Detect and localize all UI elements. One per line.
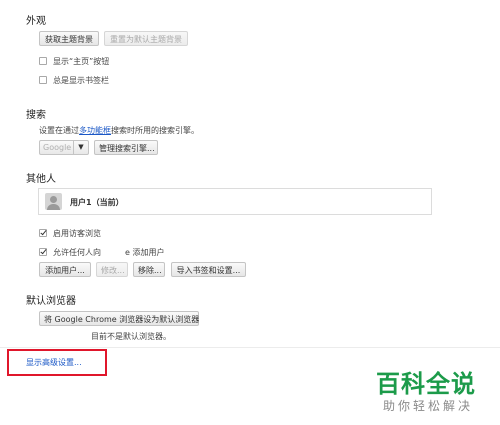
avatar-icon — [45, 193, 62, 210]
get-themes-button[interactable]: 获取主题背景 — [39, 31, 99, 46]
divider — [0, 347, 500, 348]
search-heading: 搜索 — [26, 110, 46, 121]
show-bookmarks-checkbox[interactable] — [39, 76, 47, 84]
search-desc-prefix: 设置在通过 — [39, 126, 79, 135]
show-home-label: 显示“主页”按钮 — [53, 57, 110, 66]
edit-user-button[interactable]: 修改... — [96, 262, 128, 277]
manage-search-engines-button[interactable]: 管理搜索引擎... — [94, 140, 158, 155]
import-bookmarks-button[interactable]: 导入书签和设置... — [171, 262, 246, 277]
guest-browsing-checkbox[interactable] — [39, 229, 47, 237]
default-browser-status: 目前不是默认浏览器。 — [91, 332, 171, 341]
allow-add-person-label-b: e 添加用户 — [125, 248, 165, 257]
watermark-logo: 百科全说 — [376, 370, 476, 398]
reset-theme-button[interactable]: 重置为默认主题背景 — [104, 31, 188, 46]
dropdown-arrow-icon: ▼ — [73, 141, 88, 154]
remove-user-button[interactable]: 移除... — [133, 262, 165, 277]
default-browser-heading: 默认浏览器 — [26, 296, 76, 307]
watermark-slogan: 助你轻松解决 — [383, 399, 474, 413]
highlight-box — [7, 349, 107, 376]
search-description: 设置在通过多功能框搜索时所用的搜索引擎。 — [39, 125, 199, 136]
search-engine-select[interactable]: Google ▼ — [39, 140, 89, 155]
add-user-button[interactable]: 添加用户... — [39, 262, 91, 277]
appearance-heading: 外观 — [26, 16, 46, 27]
search-engine-value: Google — [43, 143, 72, 152]
show-bookmarks-label: 总是显示书签栏 — [53, 76, 109, 85]
people-heading: 其他人 — [26, 174, 56, 185]
show-home-checkbox[interactable] — [39, 57, 47, 65]
search-desc-suffix: 搜索时所用的搜索引擎。 — [111, 126, 199, 135]
guest-browsing-label: 启用访客浏览 — [53, 229, 101, 238]
omnibox-link[interactable]: 多功能框 — [79, 126, 111, 135]
profile-list[interactable]: 用户1（当前） — [38, 188, 432, 215]
make-default-browser-button[interactable]: 将 Google Chrome 浏览器设为默认浏览器 — [39, 311, 199, 326]
allow-add-person-checkbox[interactable] — [39, 248, 47, 256]
allow-add-person-label-a: 允许任何人向 — [53, 248, 101, 257]
profile-name: 用户1（当前） — [70, 198, 124, 207]
